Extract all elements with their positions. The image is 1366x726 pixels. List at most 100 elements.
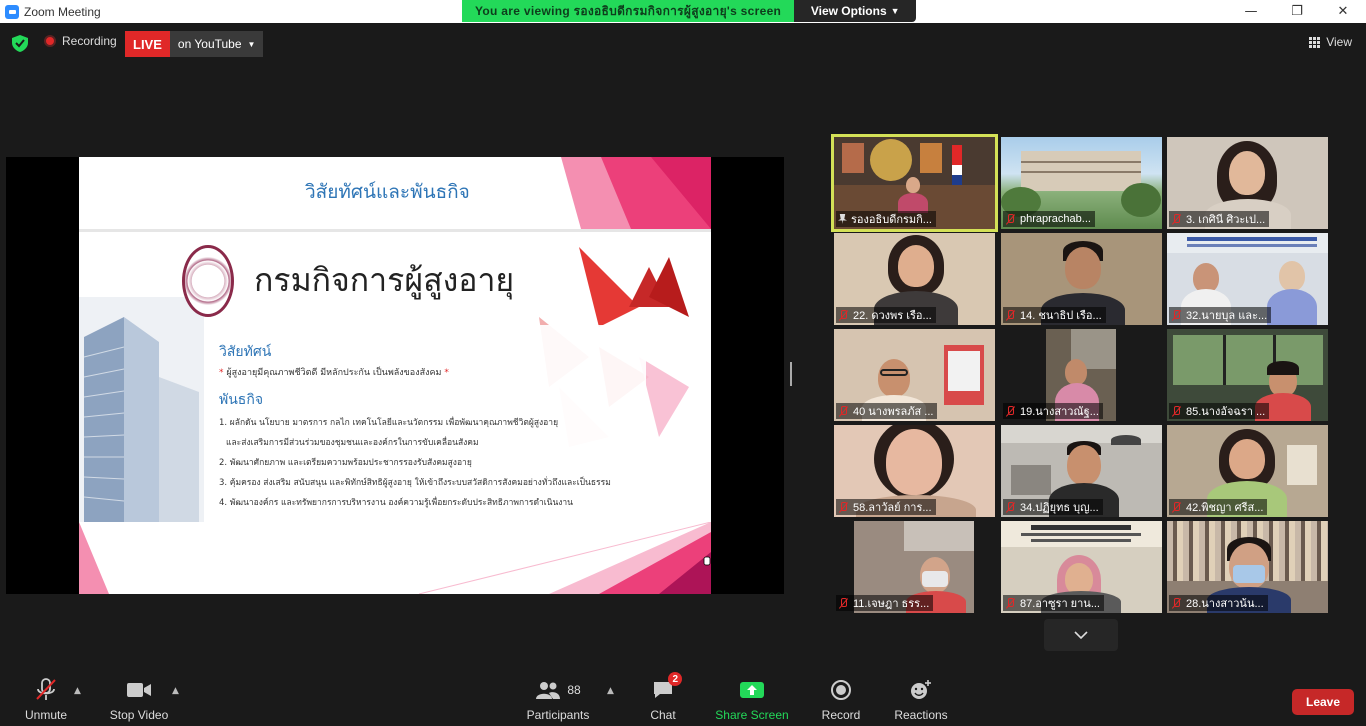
chat-badge: 2 [668, 672, 682, 686]
viewing-prefix: You are viewing [475, 4, 570, 18]
presentation-slide: วิสัยทัศน์และพันธกิจ กรมกิจการผู้สูงอายุ [79, 157, 711, 594]
participant-tile[interactable]: 40 นางพรลภัส ... [834, 329, 995, 421]
record-button[interactable]: Record [818, 670, 864, 726]
shield-icon[interactable] [12, 35, 28, 52]
recording-label: Recording [62, 34, 117, 48]
participant-name-text: 32.นายบุล และ... [1186, 310, 1268, 322]
participant-name: 14. ชนาธิป เรือ... [1003, 307, 1106, 323]
participant-name-text: 85.นางอัจฉรา ... [1186, 406, 1266, 418]
unmute-label: Unmute [24, 708, 68, 722]
leave-button[interactable]: Leave [1292, 689, 1354, 715]
share-screen-button[interactable]: Share Screen [714, 670, 790, 726]
department-seal [182, 245, 234, 317]
mission-heading: พันธกิจ [219, 392, 264, 408]
viewing-banner: You are viewing รองอธิบดีกรมกิจการผู้สูง… [462, 0, 917, 22]
mic-muted-icon [838, 597, 849, 609]
chat-button[interactable]: 2 Chat [646, 670, 682, 726]
reactions-button[interactable]: Reactions [893, 670, 949, 726]
slide-header-title: วิสัยทัศน์และพันธกิจ [305, 181, 470, 203]
mission-item: 1. ผลักดัน นโยบาย มาตรการ กลไก เทคโนโลยี… [219, 418, 559, 428]
zoom-logo-icon [5, 4, 19, 19]
participant-name-text: 42.พิชญา ศรีส... [1186, 502, 1264, 514]
participant-name-text: 40 นางพรลภัส ... [853, 406, 934, 418]
record-icon [830, 676, 852, 704]
participant-tile[interactable]: 3. เกศินี ศิวะเป... [1167, 137, 1328, 229]
mic-muted-icon [1005, 309, 1016, 321]
unmute-button[interactable]: Unmute [20, 670, 72, 726]
participant-name: 19.นางสาวณัฐ... [1003, 403, 1103, 419]
shared-screen[interactable]: วิสัยทัศน์และพันธกิจ กรมกิจการผู้สูงอายุ [6, 157, 784, 594]
participant-tile[interactable]: 28.นางสาวน้น... [1167, 521, 1328, 613]
vision-body: ผู้สูงอายุมีคุณภาพชีวิตดี มีหลักประกัน เ… [226, 368, 442, 378]
participants-count: 88 [567, 683, 581, 697]
participant-name-text: 58.ลาวัลย์ การ... [853, 502, 932, 514]
participant-name: 34.ปฏิยุทธ บุญ... [1003, 499, 1103, 515]
zoom-meeting-window: Zoom Meeting — ❐ ✕ You are viewing รองอธ… [0, 0, 1366, 726]
mission-item: 4. พัฒนาองค์กร และทรัพยากรการบริหารงาน อ… [219, 498, 573, 508]
view-label: View [1326, 35, 1352, 49]
participant-tile[interactable]: 87.อาซูรา ยาน... [1001, 521, 1162, 613]
view-options-button[interactable]: View Options ▼ [794, 0, 917, 22]
pin-icon [838, 214, 847, 224]
chevron-down-icon: ▼ [247, 39, 256, 49]
maximize-button[interactable]: ❐ [1274, 0, 1320, 23]
building-image [79, 297, 204, 522]
participant-tile[interactable]: 32.นายบุล และ... [1167, 233, 1328, 325]
participant-name: 58.ลาวัลย์ การ... [836, 499, 936, 515]
mic-muted-icon [838, 405, 849, 417]
mic-muted-icon [1005, 405, 1016, 417]
participant-tile[interactable]: 14. ชนาธิป เรือ... [1001, 233, 1162, 325]
participant-tile[interactable]: 42.พิชญา ศรีส... [1167, 425, 1328, 517]
stop-video-label: Stop Video [109, 708, 169, 722]
participant-gallery: รองอธิบดีกรมกิ... phraprachab... 3. เกศิ… [831, 134, 1328, 613]
participant-name: 40 นางพรลภัส ... [836, 403, 938, 419]
chevron-up-icon[interactable]: ▲ [172, 686, 180, 696]
minimize-button[interactable]: — [1228, 0, 1274, 23]
participant-tile[interactable]: 58.ลาวัลย์ การ... [834, 425, 995, 517]
window-controls: — ❐ ✕ [1228, 0, 1366, 23]
mic-muted-icon [1171, 213, 1182, 225]
panel-resize-handle[interactable] [790, 362, 792, 386]
participant-tile[interactable]: 22. ดวงพร เรือ... [834, 233, 995, 325]
slide-divider [79, 229, 711, 232]
recording-indicator[interactable]: Recording [44, 34, 117, 48]
participant-tile[interactable]: 34.ปฏิยุทธ บุญ... [1001, 425, 1162, 517]
meeting-toolbar: Unmute ▲ Stop Video ▲ 88 Participants ▲ … [0, 670, 1366, 726]
participants-icon: 88 [535, 676, 581, 704]
next-page-button[interactable] [1044, 619, 1118, 651]
participant-tile[interactable]: 11.เจษฎา ธรร... [834, 521, 995, 613]
participant-name: 3. เกศินี ศิวะเป... [1169, 211, 1270, 227]
mission-list: 1. ผลักดัน นโยบาย มาตรการ กลไก เทคโนโลยี… [219, 413, 639, 513]
participant-name: 87.อาซูรา ยาน... [1003, 595, 1104, 611]
stop-video-button[interactable]: Stop Video [106, 670, 172, 726]
participant-name: 42.พิชญา ศรีส... [1169, 499, 1268, 515]
participant-name-text: 3. เกศินี ศิวะเป... [1186, 214, 1266, 226]
chevron-down-icon [1074, 631, 1088, 639]
participant-tile[interactable]: รองอธิบดีกรมกิ... [831, 134, 998, 232]
share-screen-icon [739, 676, 765, 704]
chevron-up-icon[interactable]: ▲ [607, 686, 615, 696]
record-label: Record [821, 708, 861, 722]
chevron-up-icon[interactable]: ▲ [74, 686, 82, 696]
stream-destination[interactable]: on YouTube ▼ [169, 31, 264, 57]
participants-button[interactable]: 88 Participants [524, 670, 592, 726]
participant-tile[interactable]: 85.นางอัจฉรา ... [1167, 329, 1328, 421]
view-button[interactable]: View [1309, 35, 1352, 49]
participant-name: รองอธิบดีกรมกิ... [836, 211, 936, 227]
mic-muted-icon [1171, 405, 1182, 417]
mission-item: 3. คุ้มครอง ส่งเสริม สนับสนุน และพิทักษ์… [219, 478, 611, 488]
decorative-shape [561, 157, 711, 229]
participant-name: 22. ดวงพร เรือ... [836, 307, 936, 323]
recording-dot-icon [44, 35, 56, 47]
close-button[interactable]: ✕ [1320, 0, 1366, 23]
mission-item: และส่งเสริมการมีส่วนร่วมของชุมชนและองค์ก… [226, 438, 479, 448]
participant-name-text: 87.อาซูรา ยาน... [1020, 598, 1100, 610]
asterisk-icon: * [219, 368, 224, 378]
participant-tile[interactable]: 19.นางสาวณัฐ... [1001, 329, 1162, 421]
mic-muted-icon [1171, 597, 1182, 609]
live-stream-indicator[interactable]: LIVE on YouTube ▼ [125, 31, 264, 57]
participants-label: Participants [526, 708, 590, 722]
participant-tile[interactable]: phraprachab... [1001, 137, 1162, 229]
asterisk-icon: * [444, 368, 449, 378]
participant-name-text: 34.ปฏิยุทธ บุญ... [1020, 502, 1099, 514]
